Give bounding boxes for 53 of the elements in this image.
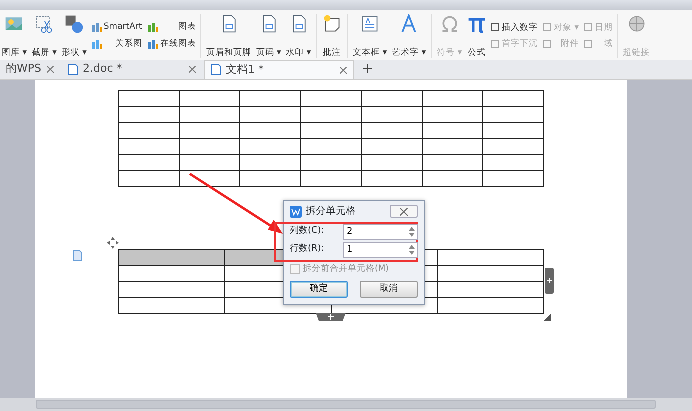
ribbon-button[interactable]: 在线图表 xyxy=(146,39,198,50)
document-icon xyxy=(211,64,222,76)
close-icon[interactable] xyxy=(47,66,54,73)
close-icon[interactable] xyxy=(340,66,347,74)
close-icon xyxy=(400,208,408,216)
comment-icon xyxy=(322,14,342,34)
number-field[interactable]: 1 xyxy=(343,242,418,258)
ribbon-button[interactable]: 公式 xyxy=(465,12,490,60)
new-tab-button[interactable]: + xyxy=(356,60,380,79)
ribbon-button[interactable]: 插入数字 xyxy=(490,22,540,33)
app-logo-icon xyxy=(290,206,302,218)
document-icon[interactable] xyxy=(73,250,83,262)
ribbon-button[interactable]: 截屏 ▾ xyxy=(30,12,59,60)
field-label: 行数(R): xyxy=(290,243,326,256)
move-handle-icon[interactable] xyxy=(107,237,119,249)
ribbon-button[interactable]: SmartArt xyxy=(90,22,144,33)
document-tab[interactable]: 文档1 * xyxy=(204,60,354,79)
bar-chart-icon xyxy=(147,22,158,33)
number-field[interactable]: 2 xyxy=(343,224,418,240)
add-row-handle[interactable] xyxy=(316,313,346,321)
ribbon-button[interactable]: 关系图 xyxy=(90,39,144,50)
shapes-icon xyxy=(64,14,84,34)
ribbon-button[interactable]: 页码 ▾ xyxy=(254,12,284,60)
ribbon-button[interactable]: 艺术字 ▾ xyxy=(390,12,428,60)
screenshot-icon xyxy=(34,14,54,34)
ribbon-button[interactable]: 页眉和页脚 xyxy=(204,12,254,60)
document-tab[interactable]: 2.doc * xyxy=(62,60,202,79)
add-column-handle[interactable] xyxy=(545,268,554,294)
relation-chart-icon xyxy=(90,39,102,50)
dialog-title: 拆分单元格 xyxy=(306,204,356,219)
ok-button[interactable]: 确定 xyxy=(290,280,348,298)
close-button[interactable] xyxy=(390,205,418,218)
ribbon-button[interactable]: 批注 xyxy=(320,12,344,60)
textbox-icon xyxy=(360,14,380,34)
spinner-icon[interactable] xyxy=(408,225,416,239)
online-chart-icon xyxy=(147,39,158,50)
ribbon-button[interactable]: 水印 ▾ xyxy=(284,12,314,60)
spinner-icon[interactable] xyxy=(408,243,416,257)
cancel-button[interactable]: 取消 xyxy=(360,280,418,298)
ribbon-button[interactable]: 图库 ▾ xyxy=(0,12,29,60)
omega-icon xyxy=(440,14,460,34)
resize-handle[interactable] xyxy=(544,314,551,321)
ribbon-button[interactable]: 文本框 ▾ xyxy=(351,12,390,60)
document-tab[interactable]: 的WPS xyxy=(0,60,60,79)
field-label: 列数(C): xyxy=(290,225,326,238)
document-icon xyxy=(68,64,79,76)
horizontal-scrollbar[interactable] xyxy=(36,400,656,409)
ribbon-button[interactable]: 图表 xyxy=(146,22,198,33)
smartart-icon xyxy=(90,22,102,33)
close-icon[interactable] xyxy=(189,66,196,73)
globe-icon xyxy=(626,14,647,34)
checkbox-label: 拆分前合并单元格(M) xyxy=(303,263,389,276)
ribbon-button[interactable]: 形状 ▾ xyxy=(60,12,89,60)
